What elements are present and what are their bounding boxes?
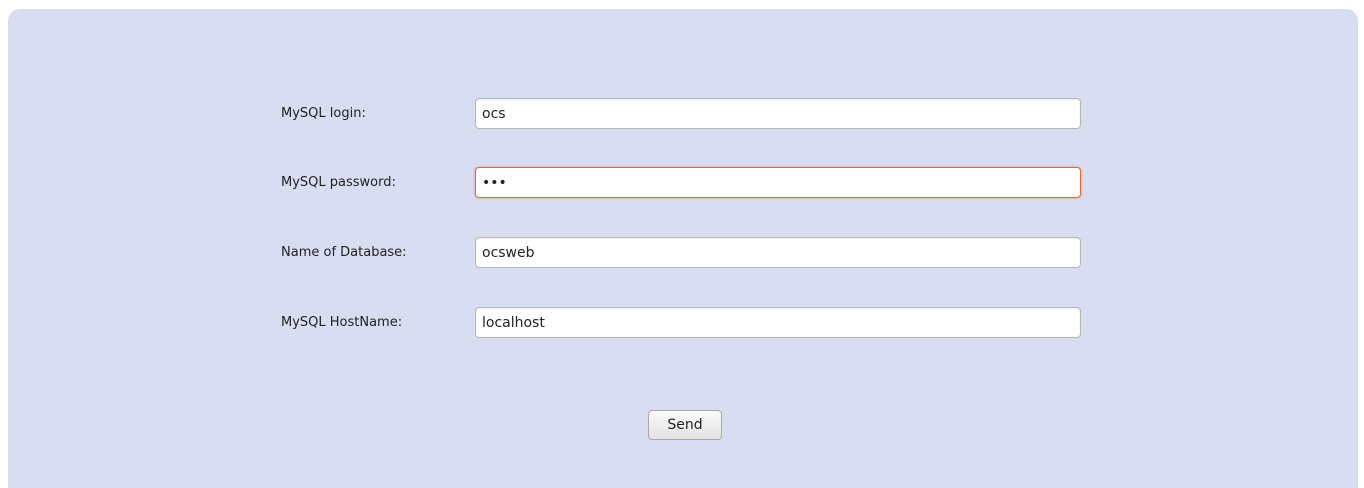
- password-row: MySQL password:: [8, 166, 1358, 200]
- mysql-hostname-label: MySQL HostName:: [281, 315, 403, 330]
- mysql-login-input[interactable]: [475, 98, 1081, 129]
- database-name-label: Name of Database:: [281, 245, 407, 260]
- send-button[interactable]: Send: [648, 410, 722, 440]
- mysql-login-label: MySQL login:: [281, 106, 366, 121]
- mysql-password-input[interactable]: [475, 167, 1081, 198]
- hostname-row: MySQL HostName:: [8, 306, 1358, 340]
- install-form-panel: MySQL login: MySQL password: Name of Dat…: [8, 9, 1358, 488]
- login-row: MySQL login:: [8, 97, 1358, 131]
- mysql-hostname-input[interactable]: [475, 307, 1081, 338]
- database-row: Name of Database:: [8, 236, 1358, 270]
- mysql-password-label: MySQL password:: [281, 175, 396, 190]
- database-name-input[interactable]: [475, 237, 1081, 268]
